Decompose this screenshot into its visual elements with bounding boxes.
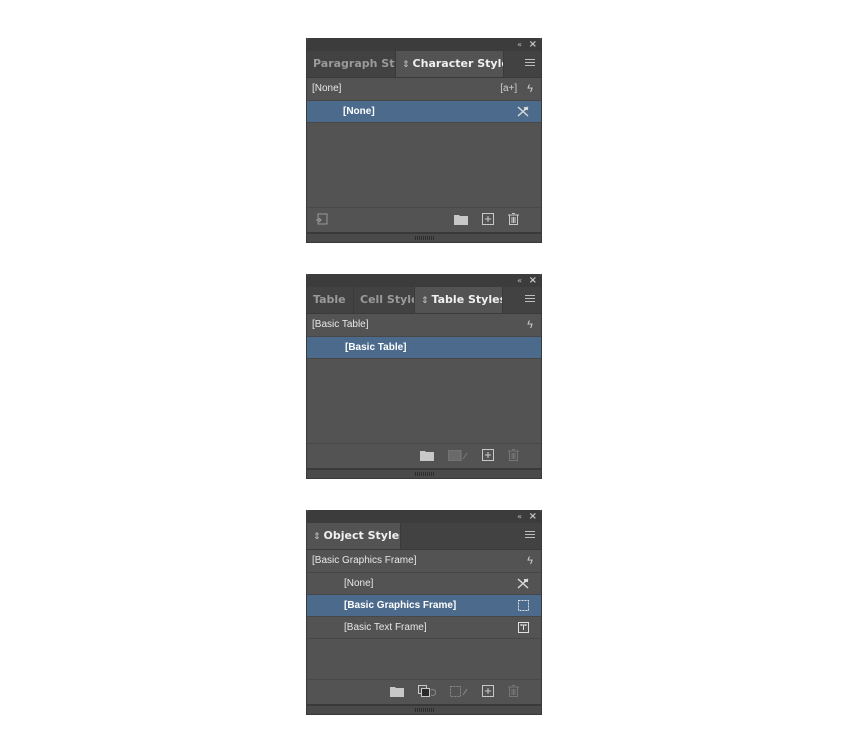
item-label: [None] bbox=[343, 106, 375, 117]
current-style-row: [Basic Graphics Frame] ϟ bbox=[307, 550, 541, 573]
resize-handle[interactable] bbox=[307, 468, 541, 479]
delete-icon[interactable] bbox=[508, 213, 519, 225]
tab-paragraph-styles[interactable]: Paragraph Styl bbox=[307, 51, 396, 77]
character-styles-panel: « × Paragraph Styl ⇕Character Styles [No… bbox=[306, 38, 542, 243]
updown-icon: ⇕ bbox=[421, 296, 429, 306]
tab-label: Table Styles bbox=[431, 293, 503, 306]
grip-icon bbox=[415, 708, 435, 712]
tab-label: Character Styles bbox=[412, 57, 503, 70]
list-item[interactable]: [Basic Text Frame] bbox=[307, 617, 541, 639]
list-item[interactable]: [Basic Graphics Frame] bbox=[307, 595, 541, 617]
list-item[interactable]: [None] bbox=[307, 573, 541, 595]
collapse-panel-icon[interactable]: « bbox=[517, 274, 522, 287]
tab-bar: Paragraph Styl ⇕Character Styles bbox=[307, 51, 541, 78]
quick-apply-icon[interactable]: ϟ bbox=[527, 555, 533, 567]
tab-label: Table bbox=[313, 293, 346, 306]
table-styles-panel: « × Table Cell Styles ⇕Table Styles [Bas… bbox=[306, 274, 542, 479]
panel-menu-icon[interactable] bbox=[525, 531, 535, 540]
object-styles-panel: « × ⇕ Object Styles [Basic Graphics Frame… bbox=[306, 510, 542, 715]
panel-title-bar[interactable]: « × bbox=[307, 274, 541, 287]
new-style-icon[interactable] bbox=[482, 449, 494, 461]
clear-overrides-icon[interactable] bbox=[450, 685, 468, 697]
no-style-icon bbox=[517, 578, 529, 589]
list-empty-area bbox=[307, 123, 541, 207]
current-style-row: [None] [a+] ϟ bbox=[307, 78, 541, 101]
panel-footer bbox=[307, 207, 541, 232]
new-group-folder-icon[interactable] bbox=[390, 686, 404, 697]
close-panel-icon[interactable]: × bbox=[529, 38, 537, 51]
tab-bar: Table Cell Styles ⇕Table Styles bbox=[307, 287, 541, 314]
list-empty-area bbox=[307, 359, 541, 443]
quick-apply-icon[interactable]: ϟ bbox=[527, 319, 533, 331]
collapse-panel-icon[interactable]: « bbox=[517, 38, 522, 51]
collapse-panel-icon[interactable]: « bbox=[517, 510, 522, 523]
new-style-icon[interactable] bbox=[482, 213, 494, 225]
current-style-row: [Basic Table] ϟ bbox=[307, 314, 541, 337]
grip-icon bbox=[415, 236, 435, 240]
item-label: [None] bbox=[344, 578, 374, 589]
updown-icon: ⇕ bbox=[402, 60, 410, 70]
graphics-frame-icon bbox=[518, 600, 529, 611]
current-style-label: [Basic Table] bbox=[312, 319, 369, 330]
list-item[interactable]: [None] bbox=[307, 101, 541, 123]
clear-non-defined-attributes-icon[interactable] bbox=[418, 685, 436, 697]
tab-label: Object Styles bbox=[323, 529, 401, 542]
tab-object-styles[interactable]: ⇕ Object Styles bbox=[307, 523, 401, 549]
list-item[interactable]: [Basic Table] bbox=[307, 337, 541, 359]
panel-menu-icon[interactable] bbox=[525, 59, 535, 68]
delete-icon[interactable] bbox=[508, 685, 519, 697]
panel-footer bbox=[307, 679, 541, 704]
resize-handle[interactable] bbox=[307, 232, 541, 243]
list-empty-area bbox=[307, 639, 541, 679]
text-frame-icon bbox=[518, 622, 529, 633]
new-style-icon[interactable] bbox=[482, 685, 494, 697]
clear-overrides-icon[interactable] bbox=[448, 449, 468, 461]
new-group-folder-icon[interactable] bbox=[454, 214, 468, 225]
updown-icon: ⇕ bbox=[313, 532, 321, 542]
create-style-from-selection-icon[interactable]: [a+] bbox=[500, 78, 517, 100]
tab-label: Paragraph Styl bbox=[313, 57, 395, 70]
load-styles-icon[interactable] bbox=[315, 213, 328, 225]
panel-title-bar[interactable]: « × bbox=[307, 38, 541, 51]
tab-label: Cell Styles bbox=[360, 293, 414, 306]
close-panel-icon[interactable]: × bbox=[529, 274, 537, 287]
resize-handle[interactable] bbox=[307, 704, 541, 715]
panel-title-bar[interactable]: « × bbox=[307, 510, 541, 523]
quick-apply-icon[interactable]: ϟ bbox=[527, 83, 533, 95]
delete-icon[interactable] bbox=[508, 449, 519, 461]
close-panel-icon[interactable]: × bbox=[529, 510, 537, 523]
panel-menu-icon[interactable] bbox=[525, 295, 535, 304]
tab-character-styles[interactable]: ⇕Character Styles bbox=[396, 51, 504, 77]
tab-cell-styles[interactable]: Cell Styles bbox=[354, 287, 415, 313]
no-style-icon bbox=[517, 106, 529, 117]
current-style-label: [None] bbox=[312, 83, 342, 94]
new-group-folder-icon[interactable] bbox=[420, 450, 434, 461]
panel-footer bbox=[307, 443, 541, 468]
item-label: [Basic Graphics Frame] bbox=[344, 600, 457, 611]
tab-bar: ⇕ Object Styles bbox=[307, 523, 541, 550]
tab-table-styles[interactable]: ⇕ Table Styles bbox=[415, 287, 503, 313]
item-label: [Basic Text Frame] bbox=[344, 622, 427, 633]
grip-icon bbox=[415, 472, 435, 476]
item-label: [Basic Table] bbox=[345, 342, 407, 353]
current-style-label: [Basic Graphics Frame] bbox=[312, 555, 417, 566]
tab-table[interactable]: Table bbox=[307, 287, 354, 313]
